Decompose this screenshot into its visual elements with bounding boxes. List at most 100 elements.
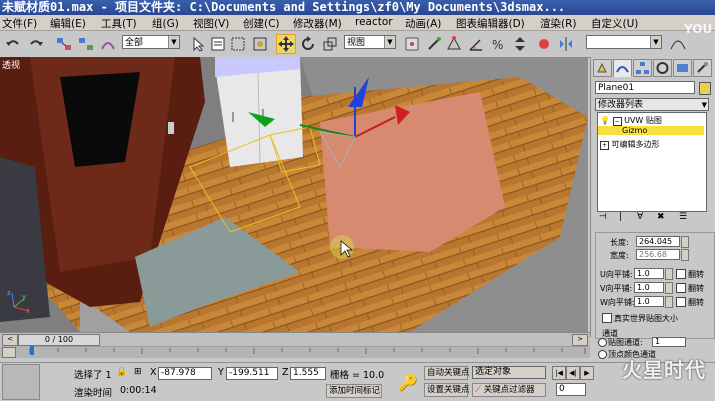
auto-key-button[interactable]: 自动关键点	[424, 366, 470, 380]
perspective-viewport[interactable]: 透视 x y z	[0, 57, 588, 332]
play-icon[interactable]: ▶	[580, 366, 594, 380]
redo-icon[interactable]	[26, 34, 46, 54]
select-and-move-icon[interactable]	[276, 34, 296, 54]
spinner-snap-icon[interactable]	[510, 34, 530, 54]
object-name-field[interactable]: Plane01	[595, 81, 695, 94]
grid-size: 栅格 = 10.0	[330, 370, 385, 381]
x-coordinate-input[interactable]: -87.978	[158, 367, 212, 380]
pivot-center-icon[interactable]	[402, 34, 422, 54]
stack-item-editable-poly[interactable]: + 可编辑多边形	[600, 139, 660, 150]
v-tile-input[interactable]: 1.0	[634, 282, 664, 293]
collapse-toggle-icon[interactable]: −	[612, 117, 622, 126]
v-flip-checkbox[interactable]	[676, 283, 686, 293]
length-spinner[interactable]	[681, 236, 689, 248]
bind-to-space-warp-icon[interactable]	[98, 34, 118, 54]
named-selection-dropdown[interactable]: ▼	[586, 35, 662, 49]
named-selection-sets-icon[interactable]	[534, 34, 554, 54]
make-unique-icon[interactable]: ∀	[637, 212, 643, 222]
u-tile-input[interactable]: 1.0	[634, 268, 664, 279]
hierarchy-tab-icon[interactable]	[633, 59, 652, 77]
menu-reactor[interactable]: reactor	[355, 16, 393, 28]
menu-modifiers[interactable]: 修改器(M)	[293, 16, 342, 31]
stack-item-gizmo[interactable]: Gizmo	[598, 126, 704, 135]
map-channel-input[interactable]: 1	[652, 337, 686, 347]
time-slider[interactable]: < 0 / 100 >	[0, 332, 590, 346]
lock-selection-icon[interactable]: 🔒	[116, 367, 127, 377]
next-frame-icon[interactable]: >	[572, 334, 588, 346]
width-input[interactable]: 256.68	[636, 249, 680, 260]
reference-coordinate-dropdown[interactable]: 视图 ▼	[344, 35, 396, 49]
utilities-tab-icon[interactable]	[693, 59, 712, 77]
menu-file[interactable]: 文件(F)	[2, 16, 37, 31]
menu-edit[interactable]: 编辑(E)	[50, 16, 86, 31]
key-mode-icon[interactable]	[2, 347, 16, 358]
mirror-icon[interactable]	[556, 34, 576, 54]
go-to-start-icon[interactable]: |◀	[552, 366, 566, 380]
window-crossing-icon[interactable]	[250, 34, 270, 54]
maxscript-listener-icon[interactable]	[2, 364, 40, 400]
v-tile-label: V向平铺:	[600, 284, 633, 293]
menu-group[interactable]: 组(G)	[152, 16, 179, 31]
time-slider-thumb[interactable]: 0 / 100	[18, 334, 100, 346]
w-tile-spinner[interactable]	[665, 296, 673, 308]
curve-editor-icon[interactable]	[668, 34, 688, 54]
select-and-rotate-icon[interactable]	[298, 34, 318, 54]
object-color-swatch[interactable]	[699, 82, 711, 95]
width-spinner[interactable]	[681, 249, 689, 261]
display-tab-icon[interactable]	[673, 59, 692, 77]
menu-rendering[interactable]: 渲染(R)	[540, 16, 577, 31]
pin-stack-icon[interactable]: ⊣	[599, 212, 607, 222]
select-and-scale-icon[interactable]	[320, 34, 340, 54]
select-object-icon[interactable]	[188, 34, 208, 54]
modify-tab-icon[interactable]	[613, 59, 632, 77]
select-by-name-icon[interactable]	[208, 34, 228, 54]
unlink-selection-icon[interactable]	[76, 34, 96, 54]
track-bar[interactable]	[0, 346, 590, 358]
add-time-tag-button[interactable]: 添加时间标记	[326, 384, 382, 398]
length-input[interactable]: 264.045	[636, 236, 680, 247]
angle-snap-icon[interactable]	[466, 34, 486, 54]
expand-toggle-icon[interactable]: +	[600, 141, 609, 150]
prev-key-icon[interactable]: ◀|	[566, 366, 580, 380]
vertex-color-channel-radio[interactable]	[598, 350, 607, 359]
current-frame-input[interactable]: 0	[556, 383, 586, 396]
viewport-label[interactable]: 透视	[2, 58, 20, 71]
menu-tools[interactable]: 工具(T)	[101, 16, 137, 31]
menu-graph-editors[interactable]: 图表编辑器(D)	[456, 16, 525, 31]
v-tile-spinner[interactable]	[665, 282, 673, 294]
y-coordinate-input[interactable]: -199.511	[226, 367, 278, 380]
menu-views[interactable]: 视图(V)	[193, 16, 229, 31]
w-tile-input[interactable]: 1.0	[634, 296, 664, 307]
rect-selection-region-icon[interactable]	[228, 34, 248, 54]
map-channel-radio[interactable]	[598, 338, 607, 347]
show-end-result-icon[interactable]: |	[619, 212, 622, 222]
menu-create[interactable]: 创建(C)	[243, 16, 280, 31]
prev-frame-icon[interactable]: <	[2, 334, 18, 346]
set-key-icon[interactable]: 🔑	[398, 373, 418, 392]
z-coordinate-input[interactable]: 1.555	[290, 367, 326, 380]
set-key-button[interactable]: 设置关键点	[424, 383, 470, 397]
key-filters-button[interactable]: ⟋ 关键点过滤器	[472, 383, 546, 397]
modifier-list-dropdown[interactable]: 修改器列表 ▼	[595, 98, 709, 111]
stack-item-uvw-map[interactable]: 💡 − UVW 贴图	[600, 115, 662, 126]
selection-filter-dropdown[interactable]: 全部 ▼	[122, 35, 180, 49]
select-and-manipulate-icon[interactable]	[424, 34, 444, 54]
absolute-mode-icon[interactable]: ⊞	[134, 367, 142, 377]
select-and-link-icon[interactable]	[54, 34, 74, 54]
w-flip-checkbox[interactable]	[676, 297, 686, 307]
undo-icon[interactable]	[3, 34, 23, 54]
menu-bar: 文件(F) 编辑(E) 工具(T) 组(G) 视图(V) 创建(C) 修改器(M…	[0, 15, 715, 31]
u-flip-checkbox[interactable]	[676, 269, 686, 279]
menu-customize[interactable]: 自定义(U)	[591, 16, 638, 31]
real-world-map-size-checkbox[interactable]	[602, 313, 612, 323]
key-set-dropdown[interactable]: 选定对象	[472, 366, 546, 379]
motion-tab-icon[interactable]	[653, 59, 672, 77]
u-tile-spinner[interactable]	[665, 268, 673, 280]
menu-animation[interactable]: 动画(A)	[405, 16, 441, 31]
configure-sets-icon[interactable]: ☰	[679, 212, 687, 222]
percent-snap-icon[interactable]: %	[488, 34, 508, 54]
create-tab-icon[interactable]	[593, 59, 612, 77]
remove-modifier-icon[interactable]: ✖	[657, 212, 665, 222]
axis-y-label: y	[22, 293, 27, 301]
snaps-toggle-icon[interactable]	[444, 34, 464, 54]
